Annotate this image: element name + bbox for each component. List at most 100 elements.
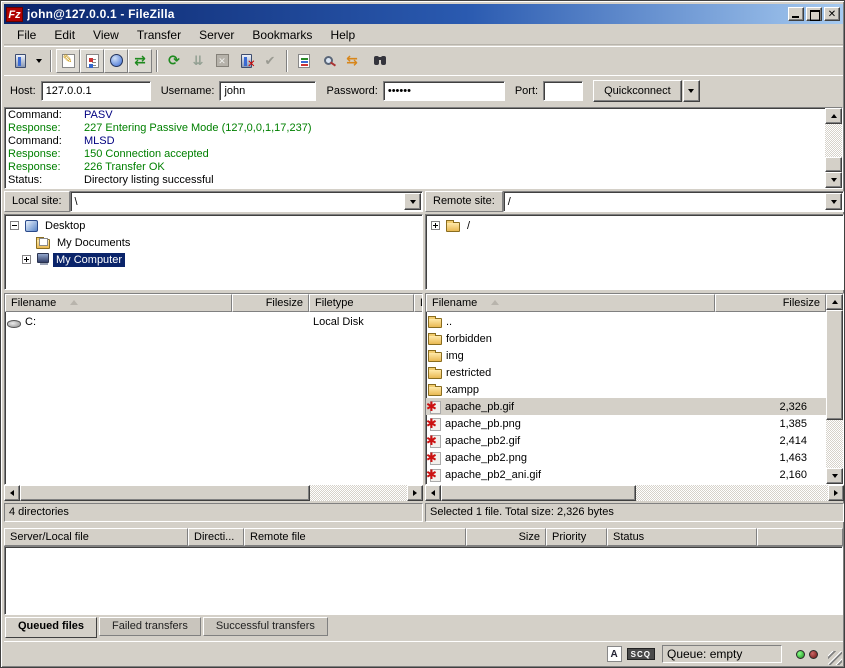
remote-file-row[interactable]: restricted: [426, 364, 824, 381]
local-file-list: Filename Filesize Filetype L C: Local Di…: [4, 293, 423, 485]
resize-grip[interactable]: [828, 651, 842, 665]
port-input[interactable]: [543, 81, 583, 101]
chevron-down-icon: [688, 89, 694, 93]
local-column-filetype[interactable]: Filetype: [309, 294, 414, 312]
remote-file-row[interactable]: apache_pb2.png1,463: [426, 449, 824, 466]
menu-help[interactable]: Help: [321, 26, 364, 44]
queue-column-remote-file[interactable]: Remote file: [244, 528, 466, 546]
scroll-down-button[interactable]: [825, 172, 842, 188]
abort-button[interactable]: ✔: [258, 49, 282, 73]
menu-server[interactable]: Server: [190, 26, 243, 44]
local-site-combobox[interactable]: \: [70, 191, 423, 212]
compare-directories-button[interactable]: ⇆: [340, 49, 364, 73]
scroll-up-button[interactable]: [826, 294, 843, 310]
quickconnect-button[interactable]: Quickconnect: [593, 80, 682, 102]
directory-filters-button[interactable]: [292, 49, 316, 73]
scroll-up-button[interactable]: [825, 108, 842, 124]
tree-item-desktop[interactable]: Desktop: [5, 217, 422, 234]
close-button[interactable]: [824, 7, 840, 21]
remote-site-dropdown-button[interactable]: [825, 193, 842, 210]
desktop-icon: [25, 220, 38, 232]
remote-site-combobox[interactable]: /: [503, 191, 844, 212]
file-name: C:: [25, 316, 230, 328]
remote-file-row[interactable]: ..: [426, 313, 824, 330]
tab-successful-transfers[interactable]: Successful transfers: [203, 617, 328, 636]
find-files-button[interactable]: [316, 49, 340, 73]
remote-file-row[interactable]: apache_pb2.gif2,414: [426, 432, 824, 449]
process-queue-button[interactable]: ⇊: [186, 49, 210, 73]
local-column-filename[interactable]: Filename: [5, 294, 232, 312]
scrollbar-thumb[interactable]: [441, 485, 636, 501]
remote-column-filename[interactable]: Filename: [426, 294, 715, 312]
remote-file-row-selected[interactable]: apache_pb.gif2,326: [426, 398, 824, 415]
remote-horizontal-scrollbar[interactable]: [425, 485, 844, 501]
local-column-filesize[interactable]: Filesize: [232, 294, 309, 312]
disconnect-icon: ✕: [241, 54, 252, 68]
toggle-local-treeview-button[interactable]: [80, 49, 104, 73]
toggle-remote-treeview-button[interactable]: [104, 49, 128, 73]
collapse-icon[interactable]: [10, 221, 19, 230]
tree-item-my-computer[interactable]: My Computer: [5, 251, 422, 268]
transfer-queue-list[interactable]: [4, 546, 843, 615]
tab-failed-transfers[interactable]: Failed transfers: [99, 617, 201, 636]
queue-column-size[interactable]: Size: [466, 528, 546, 546]
expand-icon[interactable]: [22, 255, 31, 264]
local-site-dropdown-button[interactable]: [404, 193, 421, 210]
log-vertical-scrollbar[interactable]: [825, 108, 842, 188]
disconnect-button[interactable]: ✕: [234, 49, 258, 73]
quickconnect-dropdown-button[interactable]: [683, 80, 700, 102]
scroll-left-button[interactable]: [425, 485, 441, 501]
scrollbar-thumb[interactable]: [826, 310, 843, 420]
menu-view[interactable]: View: [84, 26, 128, 44]
host-input[interactable]: [41, 81, 151, 101]
password-input[interactable]: [383, 81, 505, 101]
remote-file-row[interactable]: xampp: [426, 381, 824, 398]
site-manager-button[interactable]: [8, 49, 32, 73]
queue-tabs: Queued files Failed transfers Successful…: [5, 617, 328, 638]
tree-item-my-documents[interactable]: My Documents: [5, 234, 422, 251]
refresh-button[interactable]: ⟳: [162, 49, 186, 73]
toggle-message-log-button[interactable]: [56, 49, 80, 73]
remote-file-row[interactable]: apache_pb.png1,385: [426, 415, 824, 432]
remote-file-row[interactable]: img: [426, 347, 824, 364]
local-file-row[interactable]: C: Local Disk: [5, 313, 422, 330]
host-label: Host:: [10, 85, 36, 97]
tab-queued-files[interactable]: Queued files: [5, 617, 97, 638]
remote-file-row[interactable]: apache_pb2_ani.gif2,160: [426, 466, 824, 483]
menu-bookmarks[interactable]: Bookmarks: [243, 26, 321, 44]
site-manager-dropdown-button[interactable]: [32, 49, 46, 73]
scroll-right-button[interactable]: [828, 485, 844, 501]
menu-transfer[interactable]: Transfer: [128, 26, 190, 44]
tree-item-root[interactable]: /: [426, 217, 843, 234]
file-size: 1,463: [724, 452, 824, 464]
tree-item-label: My Computer: [53, 253, 125, 267]
scroll-left-button[interactable]: [4, 485, 20, 501]
remote-vertical-scrollbar[interactable]: [826, 294, 843, 484]
queue-column-server-local-file[interactable]: Server/Local file: [4, 528, 188, 546]
scroll-right-button[interactable]: [407, 485, 423, 501]
scrollbar-thumb[interactable]: [20, 485, 310, 501]
menu-edit[interactable]: Edit: [45, 26, 84, 44]
transfer-queue-icon: ⇄: [134, 52, 146, 69]
maximize-button[interactable]: [806, 7, 822, 21]
expand-icon[interactable]: [431, 221, 440, 230]
cancel-operation-button[interactable]: ✕: [210, 49, 234, 73]
local-horizontal-scrollbar[interactable]: [4, 485, 423, 501]
queue-column-priority[interactable]: Priority: [546, 528, 607, 546]
remote-column-filesize[interactable]: Filesize: [715, 294, 826, 312]
scroll-down-button[interactable]: [826, 468, 843, 484]
toggle-transfer-queue-button[interactable]: ⇄: [128, 49, 152, 73]
check-icon: ✔: [265, 53, 276, 69]
local-column-last-modified[interactable]: L: [414, 294, 423, 312]
queue-column-status[interactable]: Status: [607, 528, 757, 546]
my-documents-icon: [36, 239, 50, 249]
synchronized-browsing-button[interactable]: [364, 49, 388, 73]
queue-column-direction[interactable]: Directi...: [188, 528, 244, 546]
remote-file-row[interactable]: forbidden: [426, 330, 824, 347]
minimize-button[interactable]: [788, 7, 804, 21]
username-input[interactable]: [219, 81, 316, 101]
scrollbar-thumb[interactable]: [825, 157, 842, 172]
menu-file[interactable]: File: [8, 26, 45, 44]
chevron-down-icon: [410, 200, 416, 204]
my-computer-icon: [37, 253, 49, 263]
